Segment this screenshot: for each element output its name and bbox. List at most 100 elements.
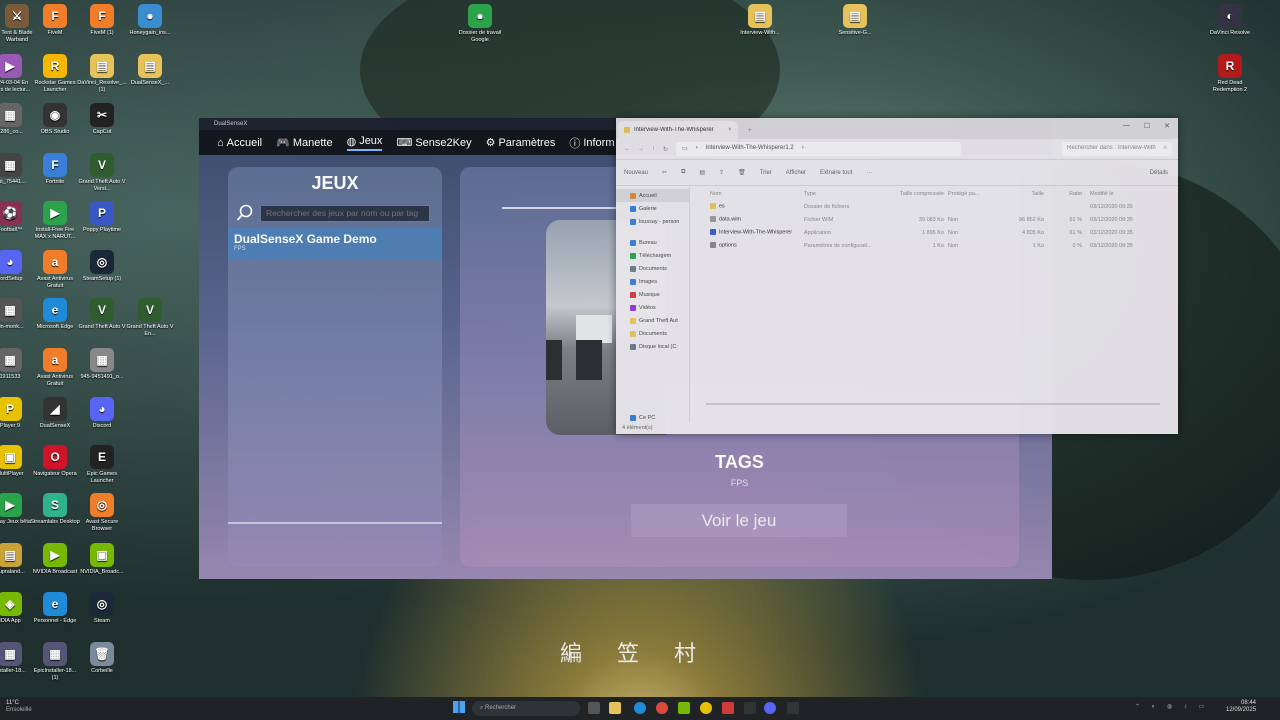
desktop-icon[interactable]: ▤ DualSenseX_... (125, 54, 175, 87)
desktop-icon[interactable]: ● Dossier de travail Google (455, 4, 505, 43)
nav-item[interactable]: Musique (616, 288, 689, 301)
desktop-icon[interactable]: V Grand Theft Auto V En... (125, 298, 175, 337)
explorer-search-input[interactable]: Rechercher dans : Interview-With ⌕ (1062, 142, 1172, 156)
desktop-icon[interactable]: ▤ Interview-With... (735, 4, 785, 37)
nav-tab[interactable]: 🎮 Manette (276, 136, 332, 150)
column-header[interactable]: Protégé pa... (948, 191, 988, 197)
clock[interactable]: 08:44 12/09/2025 (1226, 700, 1256, 714)
minimize-icon[interactable]: — (1123, 122, 1130, 130)
desktop-icon[interactable]: R Red Dead Redemption 2 (1205, 54, 1255, 93)
forward-icon[interactable]: → (638, 146, 644, 152)
desktop-icon[interactable]: ▦ 945-9451491_o... (77, 348, 127, 381)
desktop-icon[interactable]: ◎ Steam (77, 592, 127, 625)
desktop-icon[interactable]: ▦ EpicInstaller-18... (1) (30, 642, 80, 681)
desktop-icon[interactable]: e Personnel - Edge (30, 592, 80, 625)
nav-item[interactable]: Documents (616, 262, 689, 275)
desktop-icon[interactable]: O Navigateur Opera (30, 445, 80, 478)
nav-tab[interactable]: ⓘ Inform (569, 135, 614, 151)
more-options-icon[interactable]: ··· (866, 170, 872, 176)
nvidia-icon[interactable] (678, 702, 690, 714)
desktop-icon[interactable]: ▣ NVIDIA_Broadc... (77, 543, 127, 576)
column-header[interactable]: Taille compressée (884, 191, 948, 197)
details-button[interactable]: Détails (1150, 170, 1168, 176)
column-header[interactable]: Modifié le (1086, 191, 1156, 197)
desktop-icon[interactable]: ◎ SteamSetup (1) (77, 250, 127, 283)
dualsensex-icon[interactable] (787, 702, 799, 714)
nav-item[interactable]: Documents (616, 327, 689, 340)
file-row[interactable]: options Paramètres de configurati... 1 Ko N… (696, 239, 1178, 252)
nav-tab[interactable]: ◍ Jeux (346, 135, 383, 151)
desktop-icon[interactable]: R Rockstar Games Launcher (30, 54, 80, 93)
desktop-icon[interactable]: S Streamlabs Desktop (30, 493, 80, 526)
app-icon[interactable] (722, 702, 734, 714)
file-row[interactable]: data.wim Fichier WIM 39 083 Ko Non 96 852 Ko… (696, 213, 1178, 226)
address-bar[interactable]: ▭ › Interview-With-The-Whisperer1.2 › (676, 142, 962, 156)
nav-item[interactable]: Images (616, 275, 689, 288)
new-tab-icon[interactable]: + (738, 128, 752, 139)
nav-item[interactable]: Accueil (616, 189, 689, 202)
desktop-icon[interactable]: ◉ OBS Studio (30, 103, 80, 136)
nav-item[interactable]: Grand Theft Aut (616, 314, 689, 327)
game-search-input[interactable] (260, 204, 430, 222)
desktop-icon[interactable]: V Grand Theft Auto V Versi... (77, 153, 127, 192)
delete-icon[interactable]: 🗑 (738, 169, 746, 176)
desktop-icon[interactable]: ▶ NVIDIA Broadcast (30, 543, 80, 576)
nav-item[interactable]: Bureau (616, 236, 689, 249)
desktop-icon[interactable]: E Epic Games Launcher (77, 445, 127, 484)
game-list-item[interactable]: DualSenseX Game Demo FPS (228, 228, 442, 259)
desktop-icon[interactable]: ◕ Discord (77, 397, 127, 430)
up-icon[interactable]: ↑ (652, 146, 655, 152)
desktop-icon[interactable]: ● Honeygain_ins... (125, 4, 175, 37)
taskbar-search-input[interactable]: ⌕ Rechercher (472, 701, 580, 716)
column-header[interactable]: Ratio (1048, 191, 1086, 197)
share-icon[interactable]: ⇪ (719, 169, 724, 176)
desktop-icon[interactable]: ✂ CapCut (77, 103, 127, 136)
tray-icons[interactable]: ⌃ ◐ ◍ ♪ ▭ (1135, 703, 1209, 710)
desktop-icon[interactable]: 🗑 Corbeille (77, 642, 127, 675)
view-game-button[interactable]: Voir le jeu (631, 504, 847, 537)
toolbar-view-button[interactable]: Afficher (786, 170, 806, 176)
explorer-tab[interactable]: Interview-With-The-Whisperer × (618, 121, 738, 139)
desktop-icon[interactable]: ▶ Install-Free Fire MAX x NARUT... (30, 201, 80, 240)
desktop-icon[interactable]: P Poppy Playtime (77, 201, 127, 234)
desktop-icon[interactable]: ▤ Sensitive-G... (830, 4, 880, 37)
desktop-icon[interactable]: ▤ DaVinci_Resolve_... (1) (77, 54, 127, 93)
toolbar-new-button[interactable]: Nouveau (624, 170, 648, 176)
desktop-icon[interactable]: e Microsoft Edge (30, 298, 80, 331)
file-row[interactable]: es Dossier de fichiers 03/12/2020 09:35 (696, 200, 1178, 213)
nav-item[interactable]: Galerie (616, 202, 689, 215)
column-header[interactable]: Type (804, 191, 884, 197)
task-view-icon[interactable] (588, 702, 600, 714)
file-row[interactable]: Interview-With-The-Whisperer Application 1… (696, 226, 1178, 239)
paste-icon[interactable]: ▤ (699, 169, 705, 176)
desktop-icon[interactable]: ◐ DaVinci Resolve (1205, 4, 1255, 37)
maximize-icon[interactable]: ☐ (1144, 122, 1150, 130)
desktop-icon[interactable]: F Fortnite (30, 153, 80, 186)
copy-icon[interactable]: ⧉ (681, 169, 685, 176)
desktop-icon[interactable]: F FiveM (1) (77, 4, 127, 37)
start-icon[interactable] (453, 701, 465, 713)
discord-icon[interactable] (764, 702, 776, 714)
back-icon[interactable]: ← (624, 146, 630, 152)
desktop-icon[interactable]: a Avast Antivirus Gratuit (30, 250, 80, 289)
nav-item[interactable] (616, 228, 689, 236)
nav-tab[interactable]: ⌨ Sense2Key (396, 136, 471, 150)
app-icon[interactable] (744, 702, 756, 714)
nav-tab[interactable]: ⚙ Paramètres (486, 136, 556, 150)
edge-icon[interactable] (634, 702, 646, 714)
chrome-alt-icon[interactable] (700, 702, 712, 714)
close-icon[interactable]: ✕ (1164, 122, 1170, 130)
cut-icon[interactable]: ✂ (662, 169, 667, 176)
desktop-icon[interactable]: a Avast Antivirus Gratuit (30, 348, 80, 387)
desktop-icon[interactable]: ◢ DualSenseX (30, 397, 80, 430)
toolbar-sort-button[interactable]: Trier (760, 170, 772, 176)
weather-widget[interactable]: 11°C Ensoleillé (6, 700, 32, 714)
chrome-icon[interactable] (656, 702, 668, 714)
desktop-icon[interactable]: ◎ Avast Secure Browser (77, 493, 127, 532)
column-header[interactable]: Taille (988, 191, 1048, 197)
desktop-icon[interactable]: V Grand Theft Auto V (77, 298, 127, 331)
nav-tab[interactable]: ⌂ Accueil (217, 137, 262, 149)
file-explorer-icon[interactable] (609, 702, 621, 714)
nav-item-this-pc[interactable]: Ce PC (616, 411, 655, 424)
column-header[interactable]: Nom (696, 191, 804, 197)
